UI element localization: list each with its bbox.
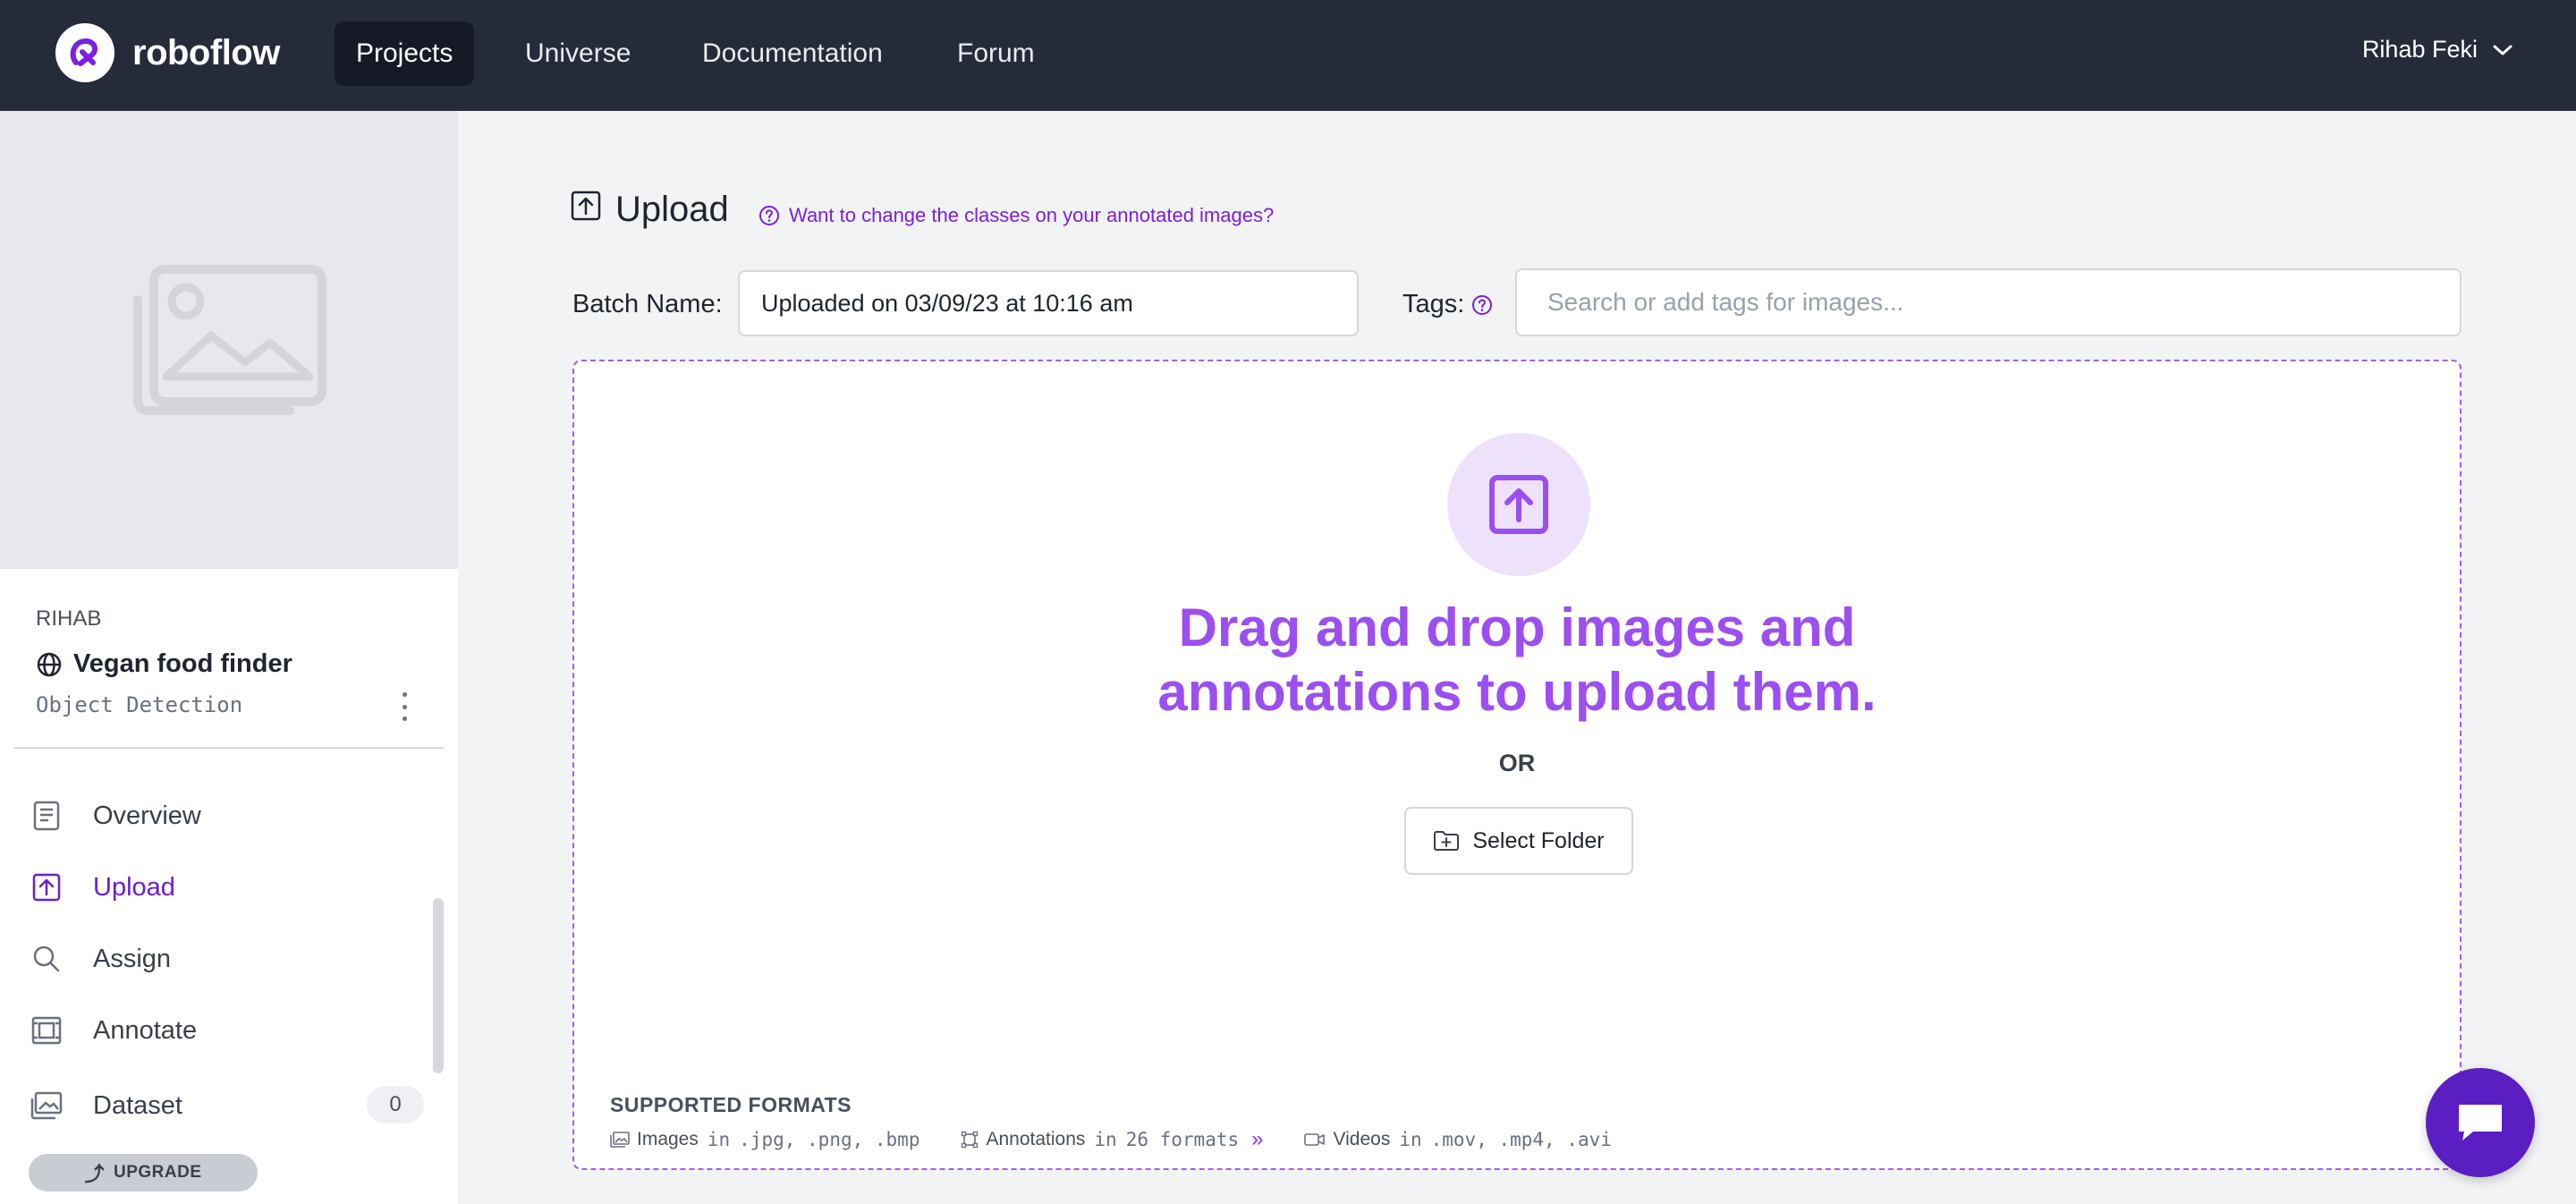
project-type: Object Detection [36, 692, 243, 717]
sidebar: RIHAB Vegan food finder Object Detection… [0, 111, 458, 1204]
sidebar-divider [14, 747, 444, 749]
upload-icon [571, 190, 601, 230]
tags-search-input[interactable] [1515, 268, 2462, 336]
images-formats: .jpg, .png, .bmp [739, 1129, 920, 1150]
upload-circle [1447, 433, 1590, 576]
page-title-text: Upload [615, 190, 729, 229]
supported-formats-label: SUPPORTED FORMATS [610, 1093, 852, 1116]
more-options-icon[interactable] [394, 689, 415, 725]
format-videos: Videos in .mov, .mp4, .avi [1304, 1129, 1612, 1150]
images-icon [30, 1090, 63, 1122]
sidebar-item-label: Annotate [93, 1015, 198, 1045]
sidebar-item-annotate[interactable]: Annotate [30, 1014, 424, 1047]
annotations-in: in [1094, 1129, 1117, 1150]
nav-forum[interactable]: Forum [936, 21, 1056, 86]
video-camera-icon [1304, 1133, 1326, 1146]
sidebar-item-overview[interactable]: Overview [30, 800, 424, 832]
upgrade-button[interactable]: ⤴ UPGRADE [29, 1154, 258, 1191]
user-name: Rihab Feki [2361, 36, 2478, 63]
question-circle-icon [759, 206, 779, 225]
project-title: Vegan food finder [36, 649, 292, 679]
upgrade-label: UPGRADE [114, 1163, 202, 1182]
chat-support-button[interactable] [2426, 1068, 2535, 1177]
search-icon [30, 943, 63, 975]
tags-label: Tags: [1402, 290, 1493, 319]
chat-bubble-icon [2459, 1105, 2502, 1140]
format-images: Images in .jpg, .png, .bmp [610, 1129, 919, 1150]
project-thumbnail [0, 111, 458, 569]
sidebar-item-label: Upload [93, 872, 175, 902]
upgrade-arrow-icon: ⤴ [84, 1163, 105, 1185]
batch-name-label: Batch Name: [572, 290, 723, 318]
question-circle-icon[interactable] [1471, 294, 1493, 316]
dropzone-title-line2: annotations to upload them. [1157, 662, 1877, 722]
annotations-label: Annotations [986, 1129, 1086, 1149]
nav-documentation[interactable]: Documentation [681, 21, 904, 86]
document-icon [30, 800, 63, 832]
select-folder-label: Select Folder [1472, 827, 1605, 853]
upload-dropzone[interactable]: Drag and drop images and annotations to … [572, 360, 2462, 1170]
sidebar-item-upload[interactable]: Upload [30, 871, 424, 903]
dropzone-title: Drag and drop images and annotations to … [574, 596, 2460, 725]
user-menu[interactable]: Rihab Feki [2362, 36, 2513, 64]
sidebar-item-assign[interactable]: Assign [30, 943, 424, 975]
sidebar-item-label: Assign [93, 944, 172, 973]
videos-label: Videos [1333, 1129, 1391, 1149]
nav-projects[interactable]: Projects [335, 21, 475, 86]
nav-universe[interactable]: Universe [504, 21, 652, 86]
change-classes-link[interactable]: Want to change the classes on your annot… [758, 204, 1274, 227]
videos-formats: .mov, .mp4, .avi [1430, 1129, 1612, 1150]
bounding-box-icon [962, 1131, 979, 1149]
roboflow-logo-icon [55, 23, 114, 82]
dataset-count-badge: 0 [367, 1086, 424, 1123]
upload-icon [30, 871, 63, 903]
sidebar-scrollbar[interactable] [433, 898, 444, 1073]
supported-formats-list: Images in .jpg, .png, .bmp Annotations i… [610, 1127, 1653, 1152]
tags-label-text: Tags: [1402, 290, 1465, 318]
top-navbar: roboflow Projects Universe Documentation… [0, 0, 2576, 111]
videos-in: in [1399, 1129, 1422, 1150]
roboflow-logo[interactable]: roboflow [55, 23, 280, 82]
page-title: Upload [571, 190, 729, 230]
dropzone-title-line1: Drag and drop images and [1178, 598, 1856, 657]
annotations-more-link[interactable]: » [1251, 1127, 1263, 1152]
help-link-text: Want to change the classes on your annot… [789, 204, 1275, 226]
brand-name: roboflow [132, 32, 280, 72]
project-name: Vegan food finder [73, 649, 292, 678]
workspace-name: RIHAB [36, 606, 102, 631]
sidebar-item-label: Overview [93, 801, 201, 830]
select-folder-button[interactable]: Select Folder [1404, 807, 1633, 875]
annotate-icon [30, 1014, 63, 1047]
sidebar-item-label: Dataset [93, 1090, 182, 1120]
format-annotations: Annotations in 26 formats » [961, 1127, 1263, 1152]
globe-icon [37, 652, 62, 676]
images-label: Images [637, 1129, 699, 1149]
folder-plus-icon [1434, 831, 1460, 851]
batch-name-input[interactable] [738, 270, 1359, 336]
image-placeholder-icon [133, 265, 326, 415]
annotations-formats: 26 formats [1125, 1129, 1240, 1150]
or-separator: OR [1498, 750, 1536, 776]
images-icon [610, 1132, 630, 1148]
upload-icon [1489, 475, 1548, 534]
images-in: in [707, 1129, 731, 1150]
sidebar-item-dataset[interactable]: Dataset 0 [30, 1086, 424, 1123]
chevron-down-icon [2493, 45, 2512, 55]
